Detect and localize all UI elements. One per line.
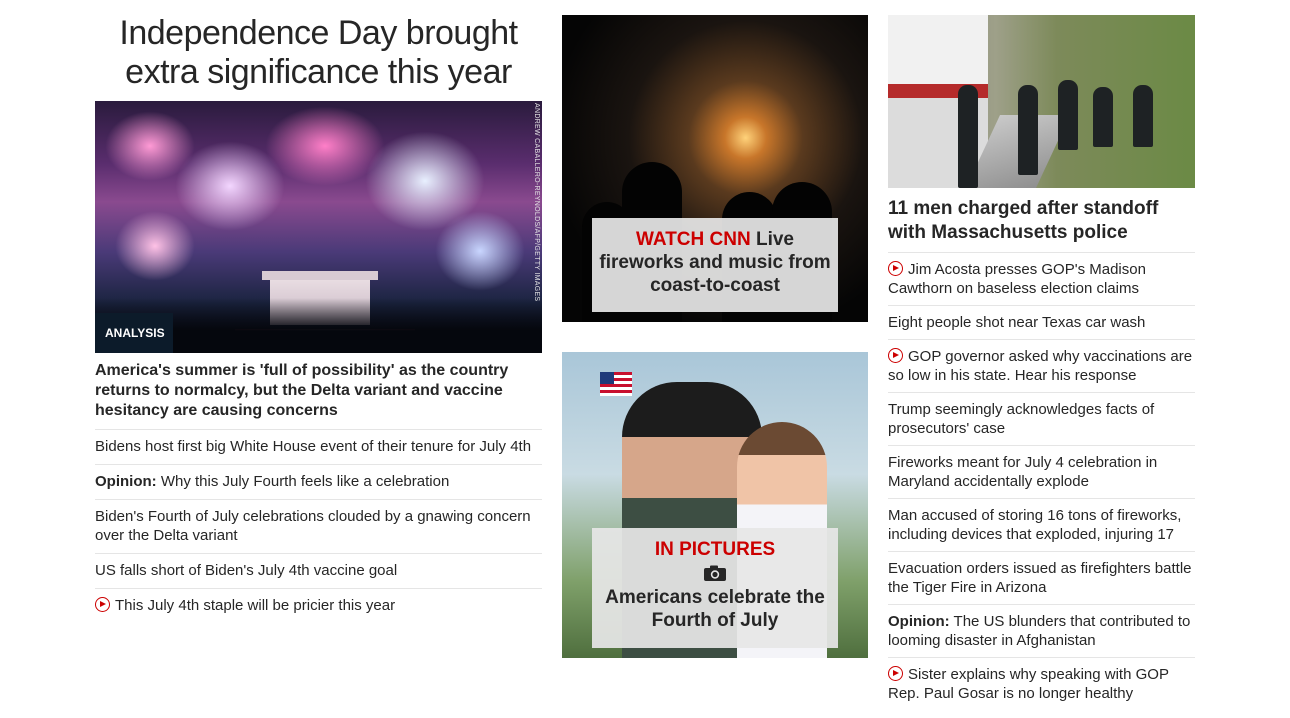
list-item[interactable]: Biden's Fourth of July celebrations clou… [95,499,542,553]
watch-cnn-overlay[interactable]: WATCH CNN Live fireworks and music from … [592,218,838,312]
story-link[interactable]: Jim Acosta presses GOP's Madison Cawthor… [888,261,1146,297]
story-link[interactable]: This July 4th staple will be pricier thi… [115,597,395,614]
watch-cnn-card[interactable]: WATCH CNN Live fireworks and music from … [562,15,868,322]
story-link[interactable]: US falls short of Biden's July 4th vacci… [95,562,397,579]
photo-credit: ANDREW CABALLERO-REYNOLDS/AFP/GETTY IMAG… [533,103,540,302]
list-item[interactable]: This July 4th staple will be pricier thi… [95,588,542,623]
list-item[interactable]: Trump seemingly acknowledges facts of pr… [888,392,1195,445]
lead-headline[interactable]: Independence Day brought extra significa… [95,14,542,92]
list-item[interactable]: GOP governor asked why vaccinations are … [888,339,1195,392]
camera-icon [704,565,726,581]
list-item[interactable]: Fireworks meant for July 4 celebration i… [888,445,1195,498]
list-item[interactable]: Bidens host first big White House event … [95,429,542,464]
officer-figure [1093,87,1113,147]
play-video-icon [888,666,903,681]
lead-subhead[interactable]: America's summer is 'full of possibility… [95,361,542,421]
opinion-label: Opinion: [95,473,157,490]
list-item[interactable]: Sister explains why speaking with GOP Re… [888,657,1195,710]
standoff-photo[interactable] [888,15,1195,188]
play-video-icon [888,261,903,276]
watch-cnn-label: WATCH CNN [636,229,751,250]
in-pictures-text: Americans celebrate the Fourth of July [605,587,825,631]
standoff-headline[interactable]: 11 men charged after standoff with Massa… [888,197,1195,245]
analysis-badge: ANALYSIS [95,313,173,353]
story-link[interactable]: Man accused of storing 16 tons of firewo… [888,507,1181,543]
play-video-icon [888,348,903,363]
hero-image[interactable]: ANDREW CABALLERO-REYNOLDS/AFP/GETTY IMAG… [95,101,542,353]
story-link[interactable]: Fireworks meant for July 4 celebration i… [888,454,1157,490]
lead-column: Independence Day brought extra significa… [95,14,542,623]
news-column: 11 men charged after standoff with Massa… [888,15,1195,710]
firework-burst [115,211,195,281]
story-link[interactable]: Evacuation orders issued as firefighters… [888,560,1192,596]
related-stories-list: Bidens host first big White House event … [95,429,542,623]
in-pictures-label: IN PICTURES [654,539,776,560]
list-item[interactable]: Man accused of storing 16 tons of firewo… [888,498,1195,551]
list-item[interactable]: Opinion: Why this July Fourth feels like… [95,464,542,499]
story-link[interactable]: Bidens host first big White House event … [95,438,531,455]
list-item[interactable]: Opinion: The US blunders that contribute… [888,604,1195,657]
officer-figure [1133,85,1153,147]
officer-figure [1058,80,1078,150]
in-pictures-card[interactable]: IN PICTURES Americans celebrate the Four… [562,352,868,658]
list-item[interactable]: Evacuation orders issued as firefighters… [888,551,1195,604]
story-link[interactable]: Why this July Fourth feels like a celebr… [157,473,449,490]
officer-figure [958,85,978,188]
latest-news-list: Jim Acosta presses GOP's Madison Cawthor… [888,252,1195,710]
list-item[interactable]: US falls short of Biden's July 4th vacci… [95,553,542,588]
officer-figure [1018,85,1038,175]
us-flag [600,372,632,396]
story-link[interactable]: Biden's Fourth of July celebrations clou… [95,508,531,544]
play-video-icon [95,597,110,612]
story-link[interactable]: Sister explains why speaking with GOP Re… [888,666,1169,702]
list-item[interactable]: Jim Acosta presses GOP's Madison Cawthor… [888,252,1195,305]
story-link[interactable]: Trump seemingly acknowledges facts of pr… [888,401,1154,437]
opinion-label: Opinion: [888,613,950,630]
firework-burst [435,211,525,291]
list-item[interactable]: Eight people shot near Texas car wash [888,305,1195,339]
in-pictures-overlay[interactable]: IN PICTURES Americans celebrate the Four… [592,528,838,648]
story-link[interactable]: Eight people shot near Texas car wash [888,314,1145,331]
story-link[interactable]: GOP governor asked why vaccinations are … [888,348,1192,384]
